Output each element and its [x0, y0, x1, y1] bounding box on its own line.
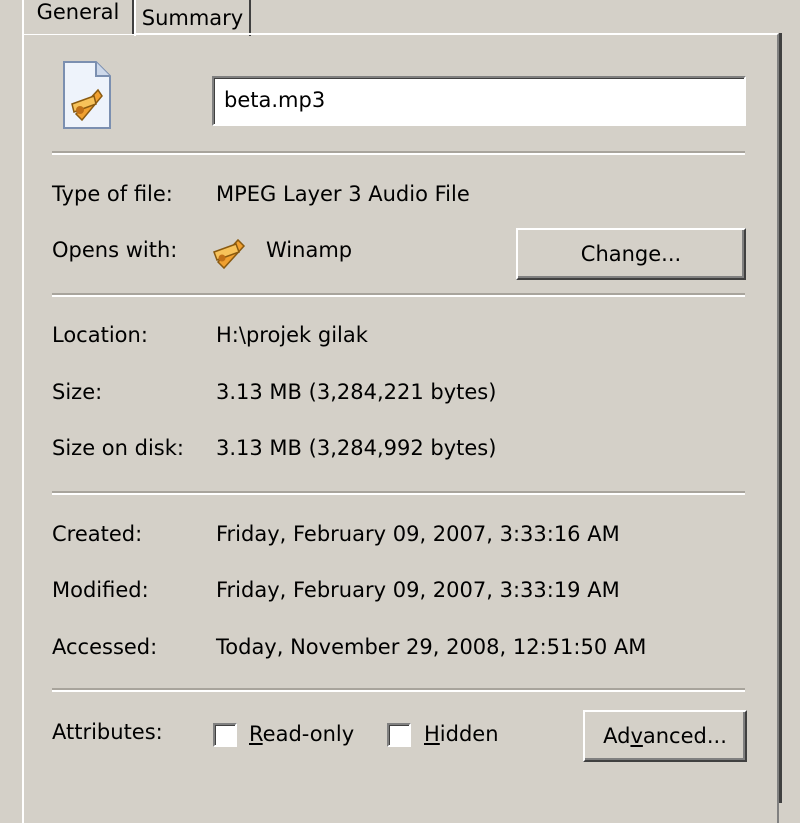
tab-general[interactable]: General	[22, 0, 134, 34]
created-label: Created:	[52, 522, 143, 546]
accessed-label: Accessed:	[52, 635, 158, 659]
separator	[52, 151, 745, 155]
advanced-rest: anced...	[642, 724, 727, 748]
accessed-value: Today, November 29, 2008, 12:51:50 AM	[216, 635, 647, 659]
opens-with-app: Winamp	[266, 238, 353, 262]
size-on-disk-label: Size on disk:	[52, 436, 184, 460]
panel-edge	[779, 33, 782, 803]
read-only-checkbox[interactable]	[213, 723, 237, 747]
separator	[52, 688, 745, 692]
winamp-icon	[212, 234, 250, 270]
modified-label: Modified:	[52, 578, 149, 602]
read-only-label-rest: ead-only	[262, 722, 355, 746]
tab-summary[interactable]: Summary	[134, 0, 251, 36]
read-only-label[interactable]: Read-only	[249, 722, 354, 746]
attributes-label: Attributes:	[52, 720, 163, 744]
change-button[interactable]: Change...	[516, 228, 746, 280]
advanced-prefix: Ad	[603, 724, 631, 748]
hidden-label[interactable]: Hidden	[424, 722, 499, 746]
tab-general-label: General	[36, 0, 120, 24]
modified-value: Friday, February 09, 2007, 3:33:19 AM	[216, 578, 620, 602]
tab-summary-label: Summary	[141, 6, 244, 30]
advanced-button[interactable]: Advanced...	[583, 710, 747, 762]
read-only-mnemonic: R	[249, 722, 263, 746]
size-label: Size:	[52, 380, 103, 404]
opens-with-label: Opens with:	[52, 238, 178, 262]
separator	[52, 491, 745, 495]
mp3-file-icon	[58, 60, 118, 132]
type-of-file-label: Type of file:	[52, 182, 173, 206]
location-value: H:\projek gilak	[216, 323, 368, 347]
created-value: Friday, February 09, 2007, 3:33:16 AM	[216, 522, 620, 546]
hidden-mnemonic: H	[424, 722, 440, 746]
advanced-mnemonic: v	[630, 724, 643, 748]
hidden-checkbox[interactable]	[387, 723, 411, 747]
file-name-input[interactable]: beta.mp3	[212, 76, 746, 126]
change-button-label: Change...	[580, 242, 682, 266]
type-of-file-value: MPEG Layer 3 Audio File	[216, 182, 470, 206]
location-label: Location:	[52, 323, 148, 347]
size-on-disk-value: 3.13 MB (3,284,992 bytes)	[216, 436, 497, 460]
hidden-label-rest: idden	[439, 722, 499, 746]
size-value: 3.13 MB (3,284,221 bytes)	[216, 380, 497, 404]
file-name-value: beta.mp3	[224, 88, 326, 112]
separator	[52, 293, 745, 297]
